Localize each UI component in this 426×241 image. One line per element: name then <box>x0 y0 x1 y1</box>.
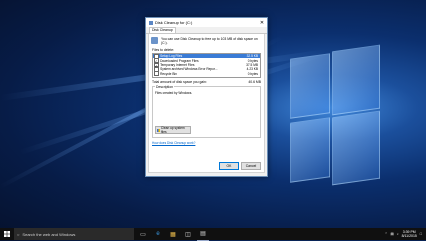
intro-text: You can use Disk Cleanup to free up to 1… <box>161 37 258 45</box>
description-text: Files created by Windows. <box>155 91 193 95</box>
tab-disk-cleanup[interactable]: Disk Cleanup <box>149 27 176 33</box>
total-gain-label: Total amount of disk space you gain: <box>152 80 207 84</box>
dialog-buttons: OK Cancel <box>219 162 261 170</box>
store-icon[interactable]: ◫ <box>182 228 194 240</box>
start-button[interactable] <box>0 228 14 240</box>
disk-cleanup-icon <box>149 20 153 25</box>
task-view-icon[interactable]: ▭ <box>137 228 149 240</box>
ok-button[interactable]: OK <box>219 162 239 170</box>
search-placeholder: Search the web and Windows <box>22 231 76 237</box>
chevron-up-icon[interactable]: ⌃ <box>385 232 388 236</box>
checkbox[interactable] <box>154 71 159 77</box>
system-tray: ⌃ ▤ ♪ 3:39 PM 8/11/2015 □ <box>385 230 426 238</box>
notifications-icon[interactable]: □ <box>420 232 422 236</box>
file-size: 0 bytes <box>247 71 258 76</box>
tab-panel: You can use Disk Cleanup to free up to 1… <box>148 34 265 173</box>
title-bar[interactable]: Disk Cleanup for (C:) ✕ <box>146 18 267 27</box>
file-name: Setup Log Files <box>160 54 183 59</box>
file-explorer-icon[interactable]: ▦ <box>167 228 179 240</box>
total-gain-value: 40.6 MB <box>248 80 261 84</box>
files-to-delete-label: Files to delete: <box>152 48 175 52</box>
list-item[interactable]: Recycle Bin 0 bytes <box>153 71 260 77</box>
edge-browser-icon[interactable]: e <box>152 228 164 240</box>
how-it-works-link[interactable]: How does Disk Cleanup work? <box>149 141 264 145</box>
network-icon[interactable]: ▤ <box>391 232 394 236</box>
clean-up-system-files-label: Clean up system files <box>160 126 185 134</box>
search-icon: ○ <box>17 231 20 237</box>
dialog-title: Disk Cleanup for (C:) <box>155 20 193 25</box>
file-size: 32.5 KB <box>246 54 258 59</box>
file-name: Downloaded Program Files <box>160 58 199 63</box>
shield-icon <box>157 128 160 132</box>
windows-logo-wallpaper <box>290 44 380 188</box>
cancel-button[interactable]: Cancel <box>241 162 261 170</box>
file-size: 0 bytes <box>247 58 258 63</box>
clean-up-system-files-button[interactable]: Clean up system files <box>155 126 191 134</box>
file-name: Temporary Internet Files <box>160 62 195 67</box>
tab-bar: Disk Cleanup <box>146 27 267 34</box>
description-group: Description Files created by Windows. Cl… <box>152 85 261 138</box>
file-size: 4.23 KB <box>246 67 258 72</box>
close-icon[interactable]: ✕ <box>257 20 267 26</box>
taskbar: ○ Search the web and Windows ▭ e ▦ ◫ ▤ ⌃… <box>0 228 426 241</box>
disk-cleanup-taskbar-icon[interactable]: ▤ <box>197 228 209 241</box>
files-list[interactable]: ✓ Setup Log Files 32.5 KB ✓ Downloaded P… <box>152 53 261 78</box>
date: 8/11/2015 <box>401 234 417 238</box>
intro: You can use Disk Cleanup to free up to 1… <box>149 34 264 48</box>
windows-start-icon <box>4 231 10 237</box>
description-label: Description <box>155 85 174 89</box>
file-name: Recycle Bin <box>160 71 177 76</box>
file-name: System archived Windows Error Repor... <box>160 67 218 72</box>
drive-cleanup-icon <box>151 37 158 44</box>
search-box[interactable]: ○ Search the web and Windows <box>14 228 134 240</box>
volume-icon[interactable]: ♪ <box>397 232 399 236</box>
file-size: 37.5 MB <box>246 62 258 67</box>
disk-cleanup-dialog: Disk Cleanup for (C:) ✕ Disk Cleanup You… <box>145 17 268 177</box>
clock[interactable]: 3:39 PM 8/11/2015 <box>402 230 417 238</box>
